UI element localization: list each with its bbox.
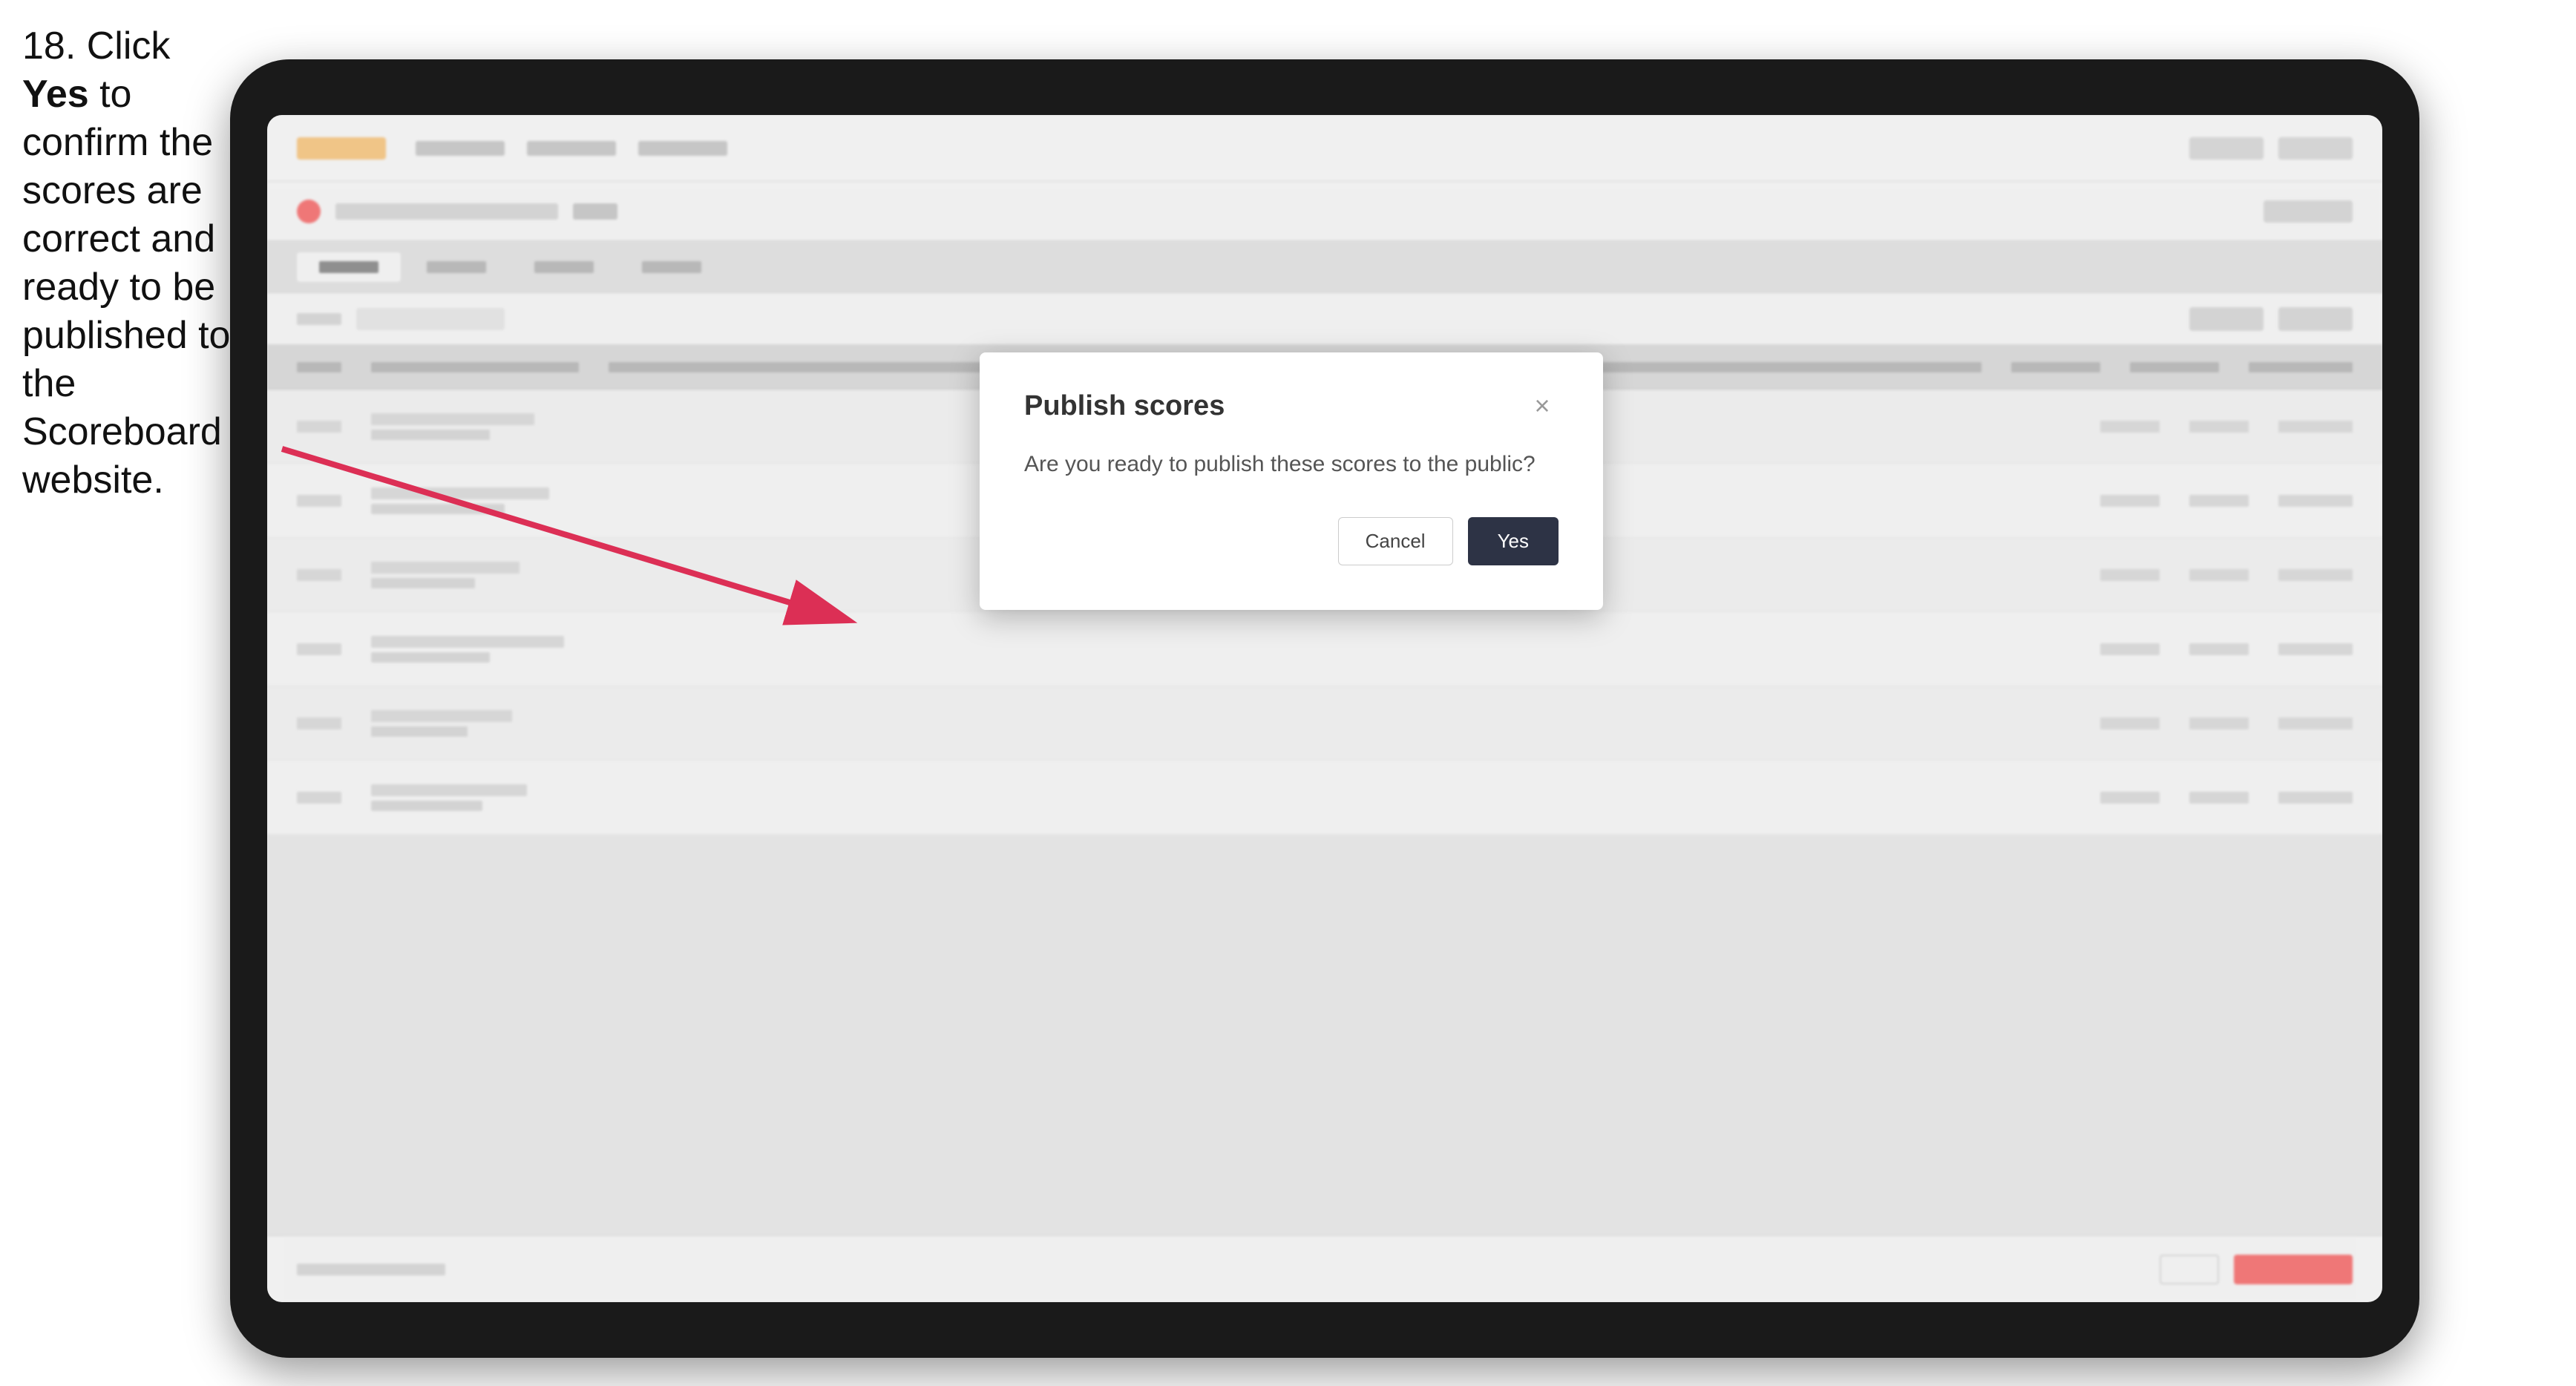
yes-button[interactable]: Yes: [1468, 517, 1559, 565]
tablet-screen: Publish scores × Are you ready to publis…: [267, 115, 2382, 1302]
tablet-device: Publish scores × Are you ready to publis…: [230, 59, 2419, 1358]
modal-close-button[interactable]: ×: [1526, 390, 1559, 422]
instruction-text: 18. Click Yes to confirm the scores are …: [22, 22, 237, 505]
modal-title: Publish scores: [1024, 390, 1225, 422]
modal-body: Are you ready to publish these scores to…: [1024, 449, 1559, 480]
modal-overlay: Publish scores × Are you ready to publis…: [267, 115, 2382, 1302]
modal-header: Publish scores ×: [1024, 390, 1559, 422]
modal-footer: Cancel Yes: [1024, 517, 1559, 565]
cancel-button[interactable]: Cancel: [1338, 517, 1453, 565]
publish-scores-dialog: Publish scores × Are you ready to publis…: [980, 352, 1603, 610]
